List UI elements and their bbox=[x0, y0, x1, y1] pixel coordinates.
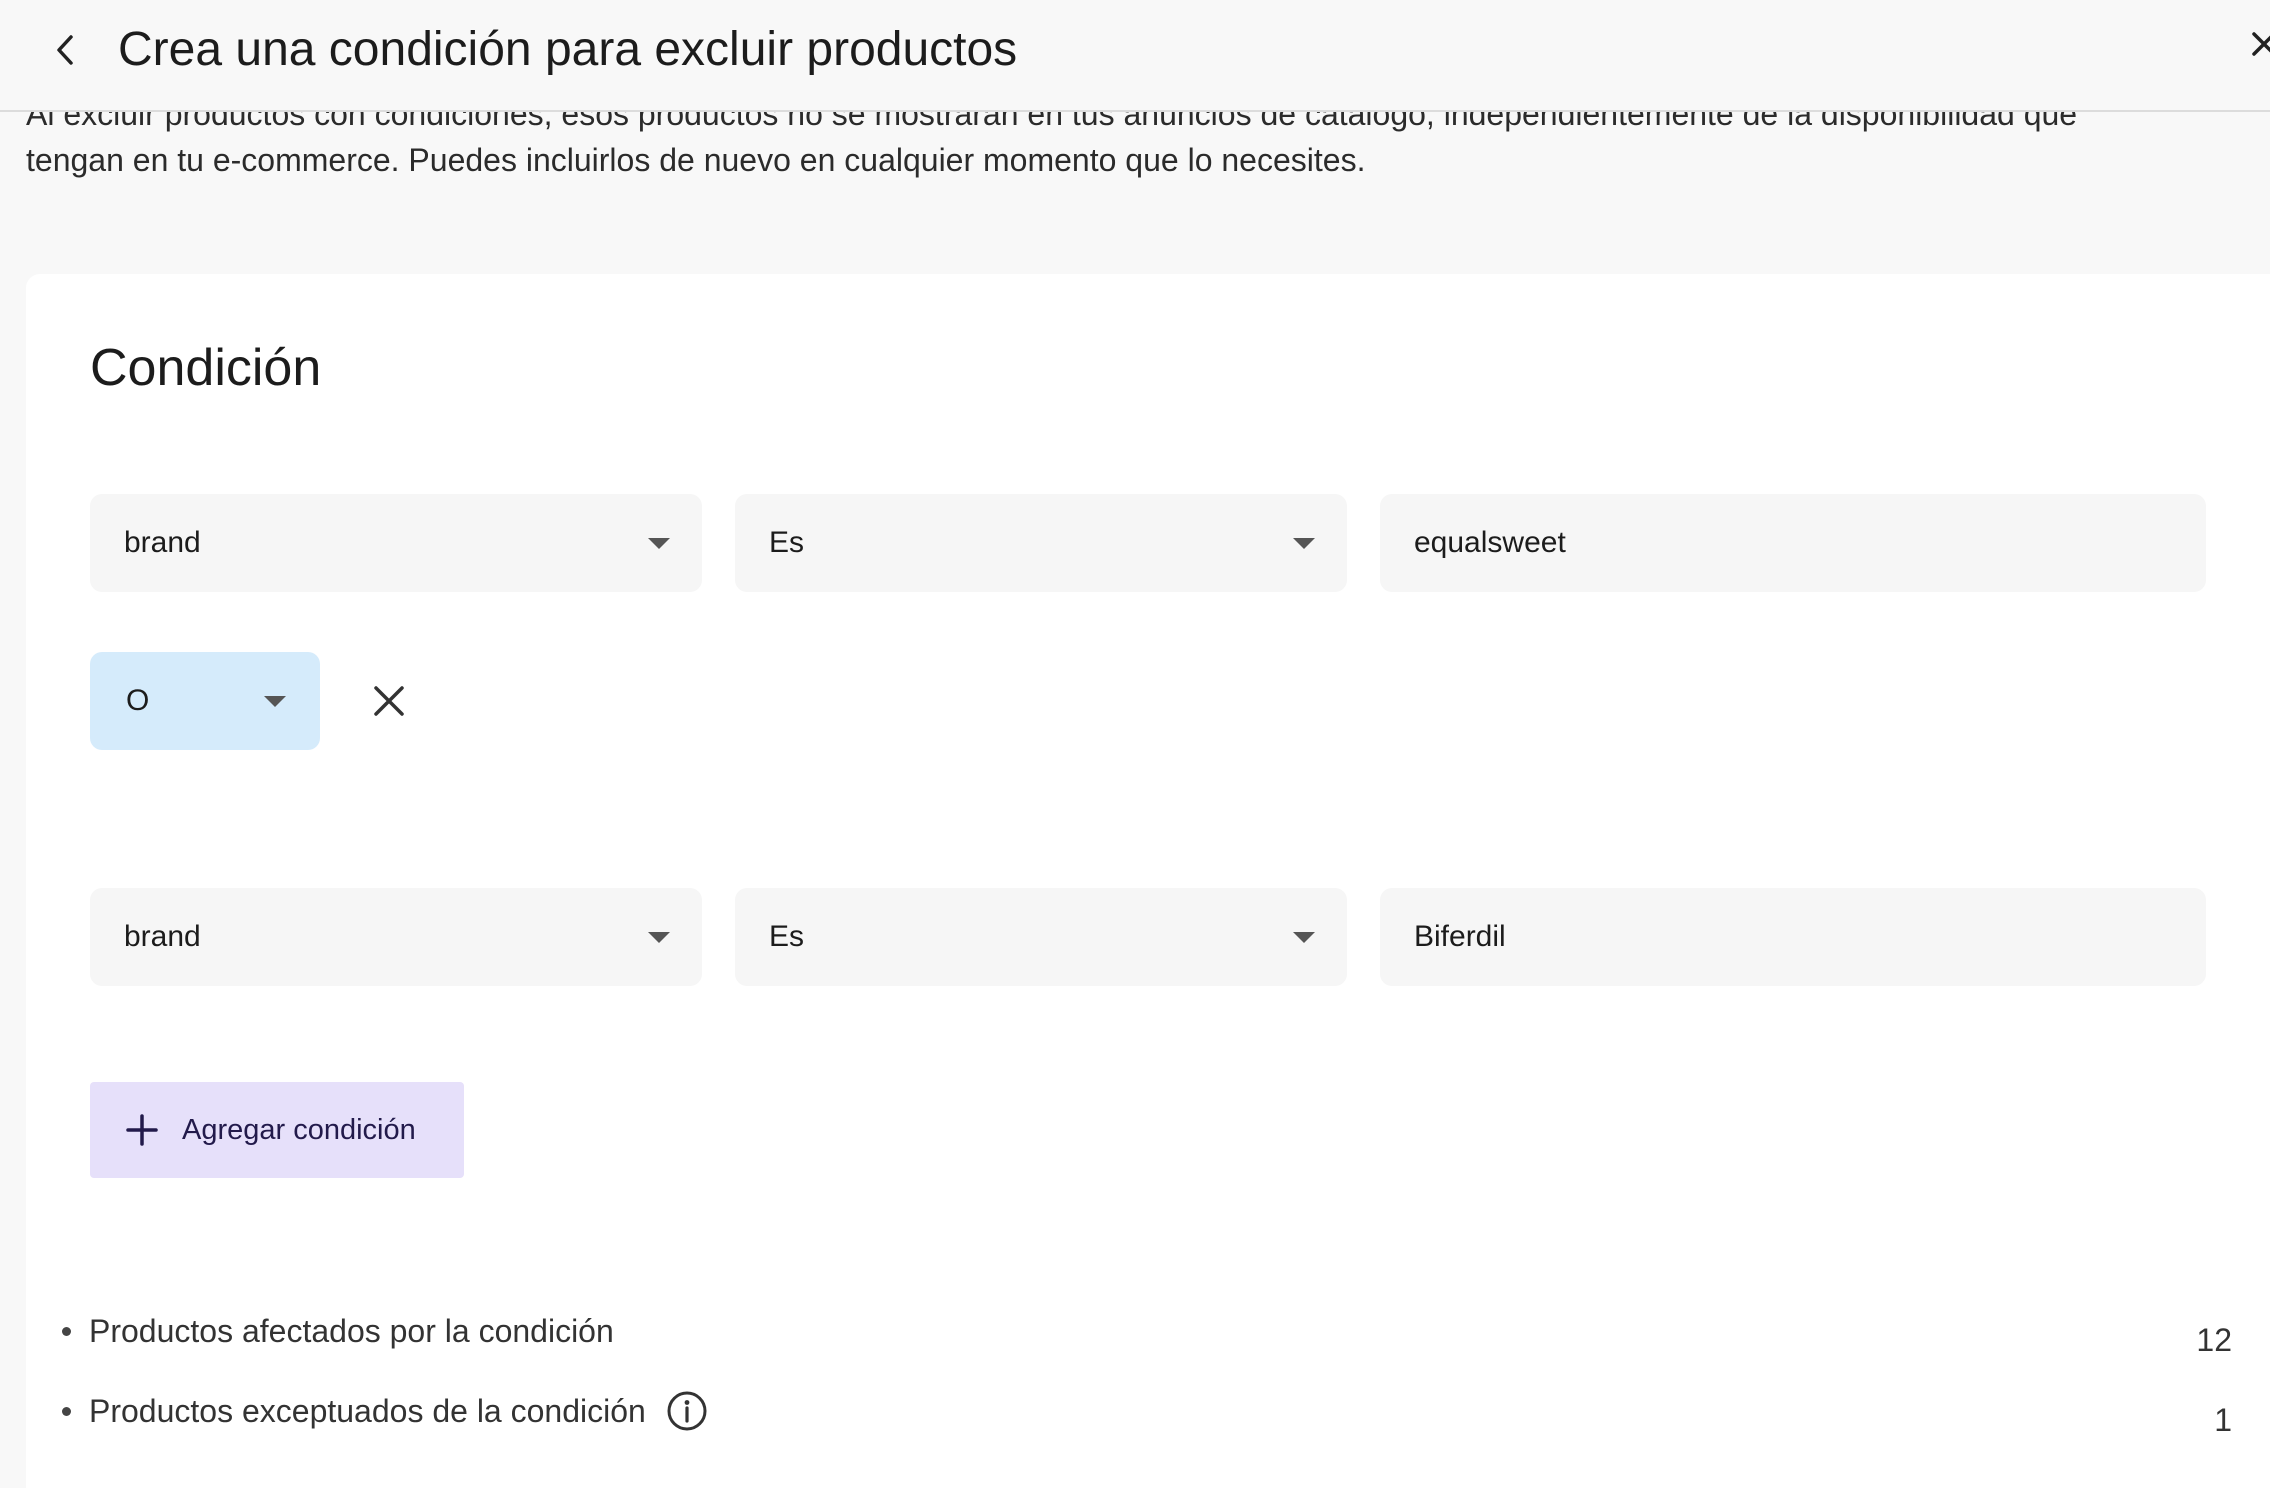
stat-excepted-count: 1 bbox=[2214, 1402, 2232, 1438]
field-select-2[interactable]: brand bbox=[90, 888, 702, 986]
intro-text: Al excluir productos con condiciones, es… bbox=[26, 112, 2246, 208]
close-button[interactable] bbox=[2252, 24, 2270, 76]
page-title: Crea una condición para excluir producto… bbox=[118, 23, 1018, 76]
stat-affected-count: 12 bbox=[2196, 1322, 2232, 1358]
bullet bbox=[62, 1326, 71, 1336]
add-condition-label: Agregar condición bbox=[182, 1113, 416, 1146]
value-input-1[interactable]: equalsweet bbox=[1380, 494, 2206, 592]
stat-affected-label: Productos afectados por la condición bbox=[89, 1312, 614, 1349]
stat-excepted: Productos exceptuados de la condición 1 bbox=[62, 1386, 2232, 1438]
info-button[interactable] bbox=[666, 1390, 708, 1432]
field-select-2-value: brand bbox=[124, 920, 201, 953]
caret-down-icon bbox=[648, 538, 670, 549]
field-select-1[interactable]: brand bbox=[90, 494, 702, 592]
add-condition-button[interactable]: Agregar condición bbox=[90, 1082, 464, 1178]
operator-select-1[interactable]: Es bbox=[735, 494, 1347, 592]
back-button[interactable] bbox=[40, 22, 90, 78]
caret-down-icon bbox=[1293, 932, 1315, 943]
value-input-1-text: equalsweet bbox=[1414, 526, 1566, 559]
bullet bbox=[62, 1406, 71, 1416]
field-select-1-value: brand bbox=[124, 526, 201, 559]
value-input-2-text: Biferdil bbox=[1414, 920, 1506, 953]
header: Crea una condición para excluir producto… bbox=[0, 0, 2270, 112]
close-icon bbox=[374, 686, 404, 716]
operator-select-1-value: Es bbox=[769, 526, 805, 559]
intro-line-2: tengan en tu e-commerce. Puedes incluirl… bbox=[26, 142, 1366, 178]
logic-operator-select[interactable]: O bbox=[90, 652, 320, 750]
value-input-2[interactable]: Biferdil bbox=[1380, 888, 2206, 986]
intro-line-1: Al excluir productos con condiciones, es… bbox=[26, 112, 2078, 132]
remove-condition-button[interactable] bbox=[356, 668, 422, 734]
condition-card: Condición brand Es equalsweet O brand Es… bbox=[26, 274, 2270, 1488]
stat-affected: Productos afectados por la condición 12 bbox=[62, 1306, 2232, 1358]
logic-operator-value: O bbox=[126, 684, 150, 717]
stat-excepted-label: Productos exceptuados de la condición bbox=[89, 1392, 646, 1429]
chevron-left-icon bbox=[57, 35, 73, 65]
caret-down-icon bbox=[264, 696, 286, 707]
info-icon bbox=[667, 1391, 707, 1431]
operator-select-2[interactable]: Es bbox=[735, 888, 1347, 986]
caret-down-icon bbox=[648, 932, 670, 943]
operator-select-2-value: Es bbox=[769, 920, 805, 953]
plus-icon bbox=[126, 1114, 158, 1146]
close-icon bbox=[2252, 32, 2270, 56]
condition-title: Condición bbox=[90, 339, 322, 397]
caret-down-icon bbox=[1293, 538, 1315, 549]
